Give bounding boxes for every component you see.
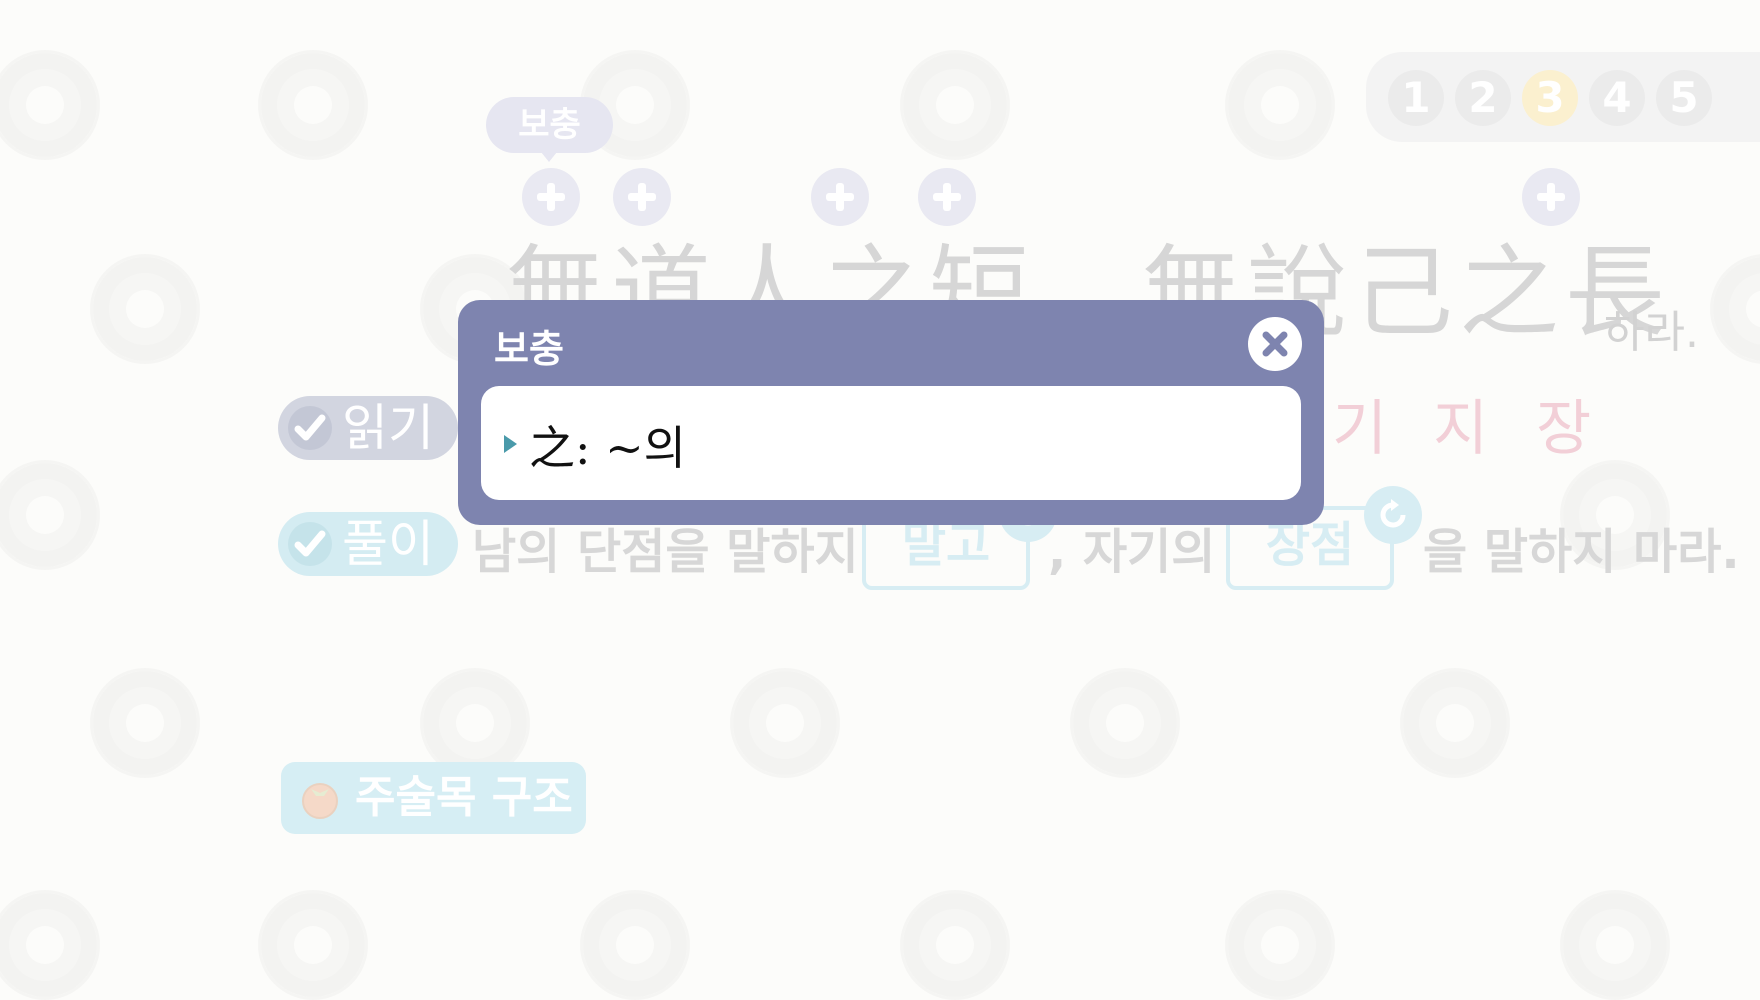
decorative-rosette xyxy=(900,890,1010,1000)
decorative-rosette xyxy=(900,50,1010,160)
page-button-5[interactable]: 5 xyxy=(1656,70,1712,126)
add-supplement-button[interactable] xyxy=(1522,168,1580,226)
decorative-rosette xyxy=(1225,890,1335,1000)
decorative-rosette xyxy=(1070,668,1180,778)
page-button-3[interactable]: 3 xyxy=(1522,70,1578,126)
refresh-button-2[interactable] xyxy=(1364,486,1422,544)
hanja-suffix: 하라. xyxy=(1604,307,1699,358)
close-button[interactable] xyxy=(1248,317,1302,371)
decorative-rosette xyxy=(730,668,840,778)
add-supplement-button[interactable] xyxy=(811,168,869,226)
add-supplement-button[interactable] xyxy=(918,168,976,226)
add-supplement-button[interactable] xyxy=(613,168,671,226)
tooltip-tail xyxy=(541,152,557,162)
decorative-rosette xyxy=(1560,890,1670,1000)
page-button-4[interactable]: 4 xyxy=(1589,70,1645,126)
sentence-part-3: 을 말하지 마라. xyxy=(1423,524,1740,580)
reading-char: 지 xyxy=(1433,394,1489,464)
page-button-2[interactable]: 2 xyxy=(1455,70,1511,126)
dialog-body: 之: ~의 xyxy=(481,386,1301,500)
dialog-content: 之: ~의 xyxy=(529,421,686,475)
triangle-bullet-icon xyxy=(504,435,517,453)
reading-char: 기 xyxy=(1332,394,1388,464)
decorative-rosette xyxy=(1710,254,1760,364)
decorative-rosette xyxy=(258,50,368,160)
interpretation-label: 풀이 xyxy=(342,515,434,573)
decorative-rosette xyxy=(0,50,100,160)
decorative-rosette xyxy=(0,460,100,570)
interpretation-toggle[interactable]: 풀이 xyxy=(278,512,458,576)
decorative-rosette xyxy=(1400,668,1510,778)
decorative-rosette xyxy=(90,668,200,778)
decorative-rosette xyxy=(580,890,690,1000)
decorative-rosette xyxy=(90,254,200,364)
persimmon-icon xyxy=(299,777,341,819)
reading-toggle[interactable]: 읽기 xyxy=(278,396,458,460)
reading-char: 장 xyxy=(1536,394,1592,464)
supplement-dialog: 보충 之: ~의 xyxy=(458,300,1324,525)
decorative-rosette xyxy=(258,890,368,1000)
check-icon xyxy=(288,406,332,450)
sentence-structure-button[interactable]: 주술목 구조 xyxy=(281,762,586,834)
close-icon xyxy=(1262,331,1288,357)
page-button-1[interactable]: 1 xyxy=(1388,70,1444,126)
structure-label: 주술목 구조 xyxy=(355,772,573,823)
decorative-rosette xyxy=(1225,50,1335,160)
check-icon xyxy=(288,522,332,566)
refresh-icon xyxy=(1380,499,1406,528)
reading-label: 읽기 xyxy=(342,399,434,457)
add-supplement-button[interactable] xyxy=(522,168,580,226)
decorative-rosette xyxy=(0,890,100,1000)
dialog-title: 보충 xyxy=(494,327,564,371)
supplement-tooltip: 보충 xyxy=(486,97,613,153)
